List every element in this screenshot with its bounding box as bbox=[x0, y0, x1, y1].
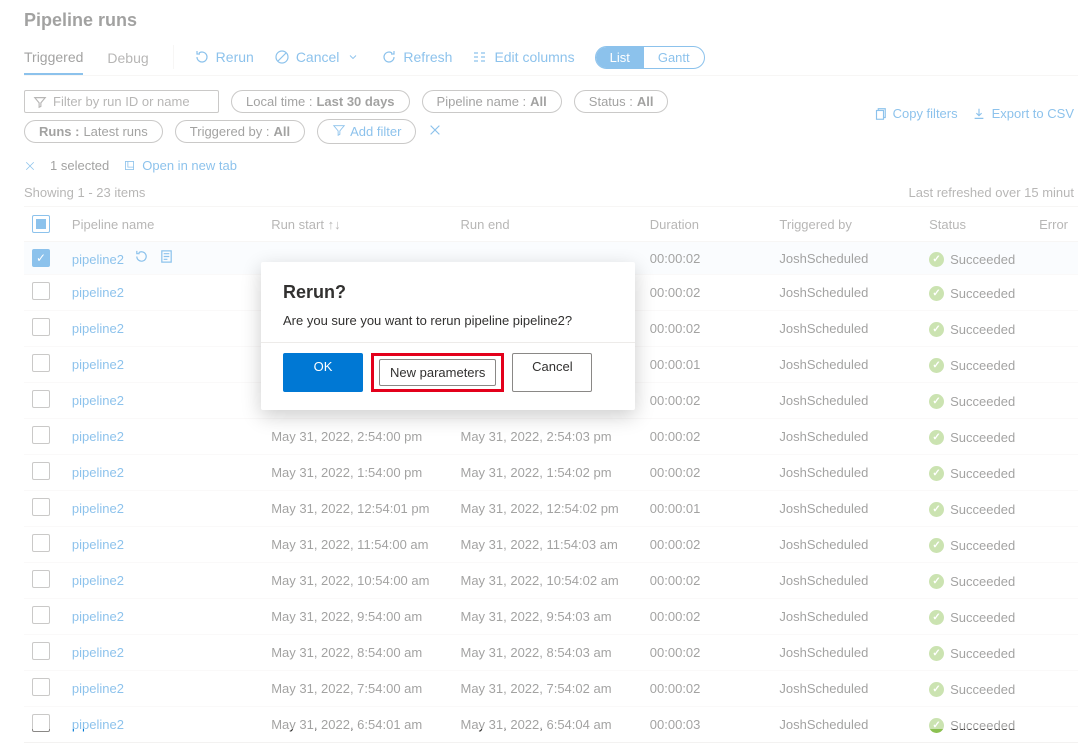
new-parameters-button[interactable]: New parameters bbox=[379, 359, 496, 386]
callout-highlight: New parameters bbox=[371, 353, 504, 392]
dialog-message: Are you sure you want to rerun pipeline … bbox=[283, 313, 613, 328]
cancel-dialog-button[interactable]: Cancel bbox=[512, 353, 592, 392]
ok-button[interactable]: OK bbox=[283, 353, 363, 392]
rerun-dialog: Rerun? Are you sure you want to rerun pi… bbox=[261, 262, 635, 410]
dialog-title: Rerun? bbox=[283, 282, 613, 303]
